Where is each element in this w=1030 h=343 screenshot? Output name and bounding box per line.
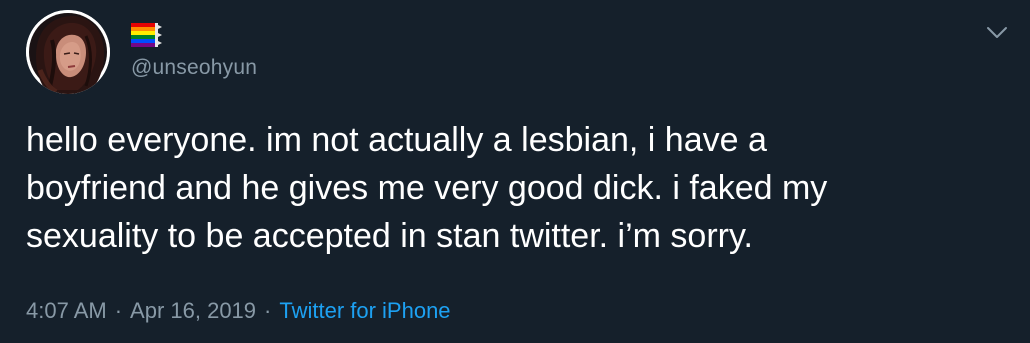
avatar-image: [26, 10, 110, 94]
meta-separator: ·: [264, 298, 272, 323]
tweet-card: @unseohyun hello everyone. im not actual…: [0, 0, 1030, 343]
user-handle[interactable]: @unseohyun: [131, 54, 257, 82]
tweet-text: hello everyone. im not actually a lesbia…: [26, 121, 828, 255]
rainbow-flag-icon: [131, 23, 162, 47]
display-name[interactable]: [131, 20, 163, 50]
tweet-time[interactable]: 4:07 AM: [26, 298, 107, 323]
tweet-menu-button[interactable]: [982, 18, 1012, 48]
chevron-down-icon: [987, 27, 1007, 38]
tweet-meta: 4:07 AM · Apr 16, 2019 · Twitter for iPhone: [26, 296, 451, 326]
tweet-source-link[interactable]: Twitter for iPhone: [279, 298, 450, 323]
avatar[interactable]: [26, 10, 110, 94]
meta-separator: ·: [114, 298, 123, 323]
tweet-date[interactable]: Apr 16, 2019: [130, 298, 256, 323]
